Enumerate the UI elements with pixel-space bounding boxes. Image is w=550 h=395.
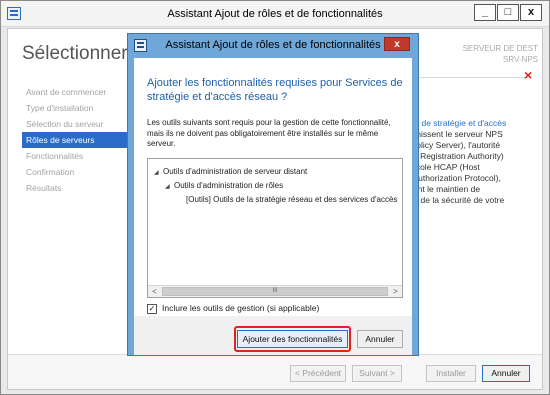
next-button[interactable]: Suivant > — [352, 365, 402, 382]
scroll-left-arrow-icon[interactable]: < — [148, 286, 161, 297]
step-resultats[interactable]: Résultats — [22, 180, 134, 196]
description-line: otocole HCAP (Host — [404, 162, 480, 172]
description-title: ion — [404, 99, 540, 110]
step-confirmation[interactable]: Confirmation — [22, 164, 134, 180]
window-titlebar[interactable]: Assistant Ajout de rôles et de fonctionn… — [1, 1, 549, 27]
wizard-steps-nav: Avant de commencer Type d'installation S… — [22, 84, 134, 196]
step-avant-de-commencer[interactable]: Avant de commencer — [22, 84, 134, 100]
previous-button[interactable]: < Précédent — [290, 365, 346, 382]
close-x-icon[interactable]: × — [524, 67, 532, 83]
tree-node-rsat[interactable]: ◢ Outils d'administration de serveur dist… — [154, 167, 307, 176]
description-line: k Policy Server), l'autorité — [404, 140, 501, 150]
dialog-heading: Ajouter les fonctionnalités requises pou… — [147, 77, 403, 103]
tree-node-label: Outils d'administration de serveur dista… — [163, 167, 308, 176]
required-features-tree[interactable]: ◢ Outils d'administration de serveur dist… — [147, 158, 403, 298]
minimize-button[interactable]: _ — [474, 4, 496, 21]
include-tools-checkbox[interactable]: ✓ — [147, 303, 157, 314]
tree-node-label: [Outils] Outils de la stratégie réseau e… — [186, 195, 398, 204]
destination-label: SERVEUR DE DEST — [462, 44, 538, 53]
description-line: risent le maintien de — [404, 184, 481, 194]
step-type-installation[interactable]: Type d'installation — [22, 100, 134, 116]
dialog-footer: Ajouter des fonctionnalités Annuler — [134, 316, 412, 355]
wizard-cancel-button[interactable]: Annuler — [482, 365, 530, 382]
description-link[interactable]: ices de stratégie et d'accès — [404, 118, 540, 129]
dialog-titlebar[interactable]: Assistant Ajout de rôles et de fonctionn… — [128, 34, 418, 58]
dialog-title: Assistant Ajout de rôles et de fonctionn… — [165, 39, 381, 51]
dialog-body: Ajouter les fonctionnalités requises pou… — [134, 58, 412, 355]
tree-node-role-admin-tools[interactable]: ◢ Outils d'administration de rôles — [165, 181, 283, 190]
tree-node-label: Outils d'administration de rôles — [174, 181, 284, 190]
close-window-button[interactable]: x — [520, 4, 542, 21]
header-divider — [412, 77, 526, 78]
add-features-dialog: Assistant Ajout de rôles et de fonctionn… — [128, 34, 418, 355]
scroll-right-arrow-icon[interactable]: > — [389, 286, 402, 297]
description-line: alth Registration Authority) — [404, 151, 504, 161]
step-selection-serveur[interactable]: Sélection du serveur — [22, 116, 134, 132]
collapse-triangle-icon[interactable]: ◢ — [165, 183, 174, 190]
collapse-triangle-icon[interactable]: ◢ — [154, 169, 163, 176]
role-description-panel: ion ices de stratégie et d'accès ourniss… — [404, 99, 540, 206]
wizard-footer: < Précédent Suivant > Installer Annuler — [8, 354, 542, 389]
scrollbar-thumb[interactable]: III — [162, 287, 388, 296]
window-title: Assistant Ajout de rôles et de fonctionn… — [167, 8, 383, 20]
include-tools-label: Inclure les outils de gestion (si applic… — [162, 303, 320, 313]
step-fonctionnalites[interactable]: Fonctionnalités — [22, 148, 134, 164]
description-line: al Authorization Protocol), — [404, 173, 501, 183]
destination-server-name: SRV-NPS — [503, 55, 538, 64]
tree-node-nps-tools[interactable]: [Outils] Outils de la stratégie réseau e… — [186, 195, 397, 204]
install-button[interactable]: Installer — [426, 365, 476, 382]
step-roles-serveurs[interactable]: Rôles de serveurs — [22, 132, 134, 148]
destination-server: SERVEUR DE DEST SRV-NPS — [448, 43, 538, 65]
dialog-cancel-button[interactable]: Annuler — [357, 330, 403, 348]
dialog-close-button[interactable]: x — [384, 37, 410, 51]
add-features-button[interactable]: Ajouter des fonctionnalités — [237, 330, 348, 348]
description-line: ournissent le serveur NPS — [404, 129, 503, 139]
maximize-button[interactable]: □ — [497, 4, 519, 21]
include-management-tools[interactable]: ✓ Inclure les outils de gestion (si appli… — [147, 303, 319, 314]
dialog-description: Les outils suivants sont requis pour la … — [147, 118, 391, 148]
horizontal-scrollbar[interactable]: < III > — [148, 285, 402, 297]
description-line: é et de la sécurité de votre — [404, 195, 505, 205]
